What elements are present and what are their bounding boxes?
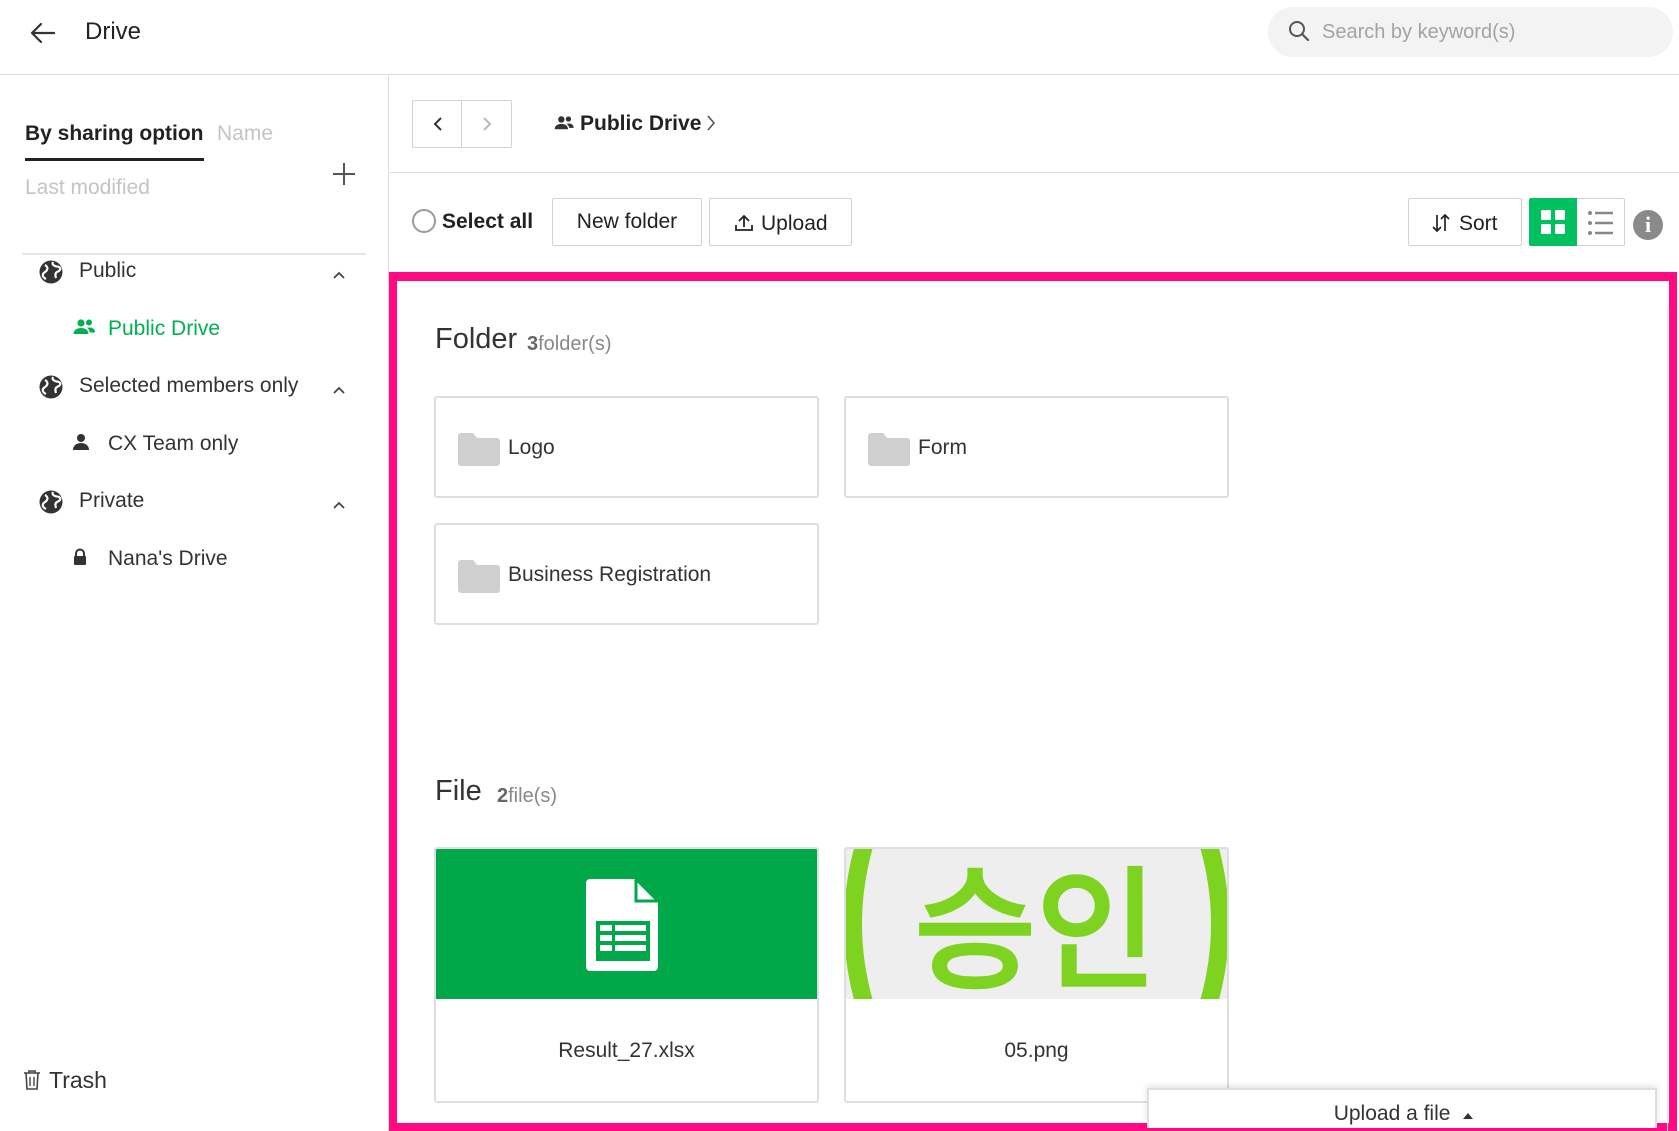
image-preview-text: 승인 (915, 855, 1158, 999)
group-selected-members[interactable]: Selected members only (38, 371, 358, 405)
app-title: Drive (85, 18, 142, 45)
lock-icon (72, 548, 88, 571)
chevron-left-icon (433, 117, 442, 131)
add-drive-button[interactable] (330, 160, 358, 188)
group-private[interactable]: Private (38, 486, 358, 520)
plus-icon (333, 163, 355, 185)
sort-tabs: By sharing option Name Last modified (22, 112, 368, 257)
forward-button[interactable] (463, 101, 512, 147)
folder-name: Business Registration (508, 563, 712, 586)
sidebar-item-label: Public Drive (108, 317, 221, 340)
trash-label: Trash (49, 1067, 107, 1093)
folder-icon (458, 559, 500, 598)
sidebar: By sharing option Name Last modified Pub… (0, 76, 389, 1131)
folder-count-number: 3 (527, 333, 539, 355)
spreadsheet-icon (586, 875, 662, 971)
file-count-suffix: file(s) (508, 785, 558, 807)
upload-button[interactable]: Upload (709, 198, 852, 246)
trash-button[interactable]: Trash (22, 1066, 142, 1098)
group-label: Public (79, 259, 137, 282)
sidebar-item-label: CX Team only (108, 432, 239, 455)
caret-up-icon (1462, 1102, 1474, 1126)
folder-icon (868, 432, 910, 471)
chevron-right-icon (483, 117, 492, 131)
folder-count: 3folder(s) (527, 333, 611, 356)
chevron-up-icon[interactable] (332, 382, 346, 400)
folder-name: Form (918, 436, 967, 459)
file-name: Result_27.xlsx (558, 1039, 695, 1062)
globe-icon (38, 374, 64, 405)
image-preview: 승인 (846, 849, 1227, 1012)
sidebar-item-label: Nana's Drive (108, 547, 228, 570)
upload-file-panel[interactable]: Upload a file (1147, 1088, 1657, 1128)
file-section-title: File (435, 775, 482, 807)
upload-panel-label: Upload a file (1149, 1102, 1659, 1126)
search-input[interactable] (1322, 15, 1652, 49)
upload-icon (734, 214, 754, 238)
search-icon (1288, 20, 1310, 47)
header-divider (390, 172, 1679, 173)
list-view-toggle[interactable] (1577, 198, 1625, 246)
sort-button[interactable]: Sort (1408, 198, 1522, 246)
new-folder-button[interactable]: New folder (552, 198, 702, 246)
people-icon (553, 115, 575, 136)
history-nav (412, 100, 512, 148)
folder-icon (458, 432, 500, 471)
folder-section-title: Folder (435, 323, 518, 355)
tab-by-sharing-option[interactable]: By sharing option (25, 122, 204, 161)
chevron-up-icon[interactable] (332, 267, 346, 285)
group-public[interactable]: Public (38, 256, 358, 290)
globe-icon (38, 259, 64, 290)
breadcrumb-current: Public Drive (580, 112, 702, 135)
list-icon (1588, 211, 1613, 235)
upload-label: Upload (761, 212, 828, 235)
folder-card[interactable]: Logo (434, 396, 819, 498)
select-all-label: Select all (442, 210, 534, 233)
grid-view-toggle[interactable] (1529, 198, 1577, 246)
file-card[interactable]: Result_27.xlsx (434, 847, 819, 1103)
group-label: Selected members only (79, 374, 299, 397)
people-icon (72, 318, 96, 341)
file-count-number: 2 (497, 785, 509, 807)
scrollbar-track[interactable] (1667, 307, 1668, 1131)
person-icon (72, 433, 90, 456)
sidebar-item-cx-team-only[interactable]: CX Team only (72, 429, 352, 463)
chevron-right-icon (706, 114, 716, 137)
folder-card[interactable]: Business Registration (434, 523, 819, 625)
tab-last-modified[interactable]: Last modified (25, 176, 150, 200)
trash-icon (22, 1069, 42, 1096)
file-count: 2file(s) (497, 785, 557, 808)
upload-panel-text: Upload a file (1333, 1102, 1451, 1125)
sort-label: Sort (1459, 212, 1498, 235)
info-icon[interactable]: i (1633, 210, 1663, 240)
sidebar-item-nanas-drive[interactable]: Nana's Drive (72, 544, 352, 578)
globe-icon (38, 489, 64, 520)
top-bar: Drive (0, 0, 1679, 75)
tab-name[interactable]: Name (217, 122, 273, 146)
folder-card[interactable]: Form (844, 396, 1229, 498)
file-card[interactable]: 승인 05.png (844, 847, 1229, 1103)
back-button[interactable] (413, 101, 462, 147)
search-box[interactable] (1268, 7, 1673, 57)
sidebar-item-public-drive[interactable]: Public Drive (72, 314, 352, 348)
file-thumbnail (436, 849, 817, 999)
file-thumbnail: 승인 (846, 849, 1227, 1012)
tab-divider (22, 253, 366, 255)
radio-circle-icon (412, 209, 436, 233)
grid-icon (1541, 210, 1565, 234)
back-arrow-icon[interactable] (28, 18, 58, 48)
content-area: Folder 3folder(s) Logo Form Business Reg… (389, 272, 1677, 1131)
folder-name: Logo (508, 436, 555, 459)
group-label: Private (79, 489, 145, 512)
folder-count-suffix: folder(s) (538, 333, 612, 355)
file-name: 05.png (1004, 1039, 1069, 1062)
sort-arrows-icon (1431, 213, 1451, 239)
chevron-up-icon[interactable] (332, 497, 346, 515)
